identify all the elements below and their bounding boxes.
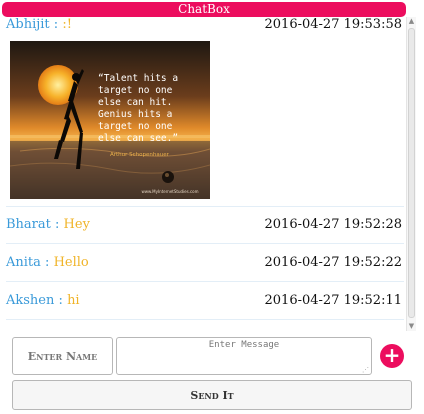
message-separator: :: [53, 17, 59, 32]
message-scrollbar[interactable]: ▲ ▼: [406, 17, 416, 331]
message-sender: Anita: [6, 255, 41, 270]
sunset-quote-picture: “Talent hits a target no one else can hi…: [10, 41, 210, 199]
quote-line: target no one: [98, 121, 173, 132]
message-separator: :: [58, 293, 63, 308]
quote-line: target no one: [98, 85, 173, 96]
scroll-down-arrow-icon[interactable]: ▼: [407, 322, 416, 331]
message-text: Hey: [63, 217, 90, 232]
message-timestamp: 2016-04-27 19:52:11: [264, 293, 402, 308]
chatbox-header: ChatBox: [2, 2, 406, 17]
name-input[interactable]: [12, 337, 113, 375]
message-input[interactable]: [116, 337, 372, 375]
message-timestamp: 2016-04-27 19:53:58: [264, 17, 402, 32]
message-sender: Abhijit: [6, 17, 50, 32]
message-timestamp: 2016-04-27 19:52:28: [264, 217, 402, 232]
scroll-up-arrow-icon[interactable]: ▲: [407, 17, 416, 26]
scrollbar-thumb[interactable]: [408, 28, 415, 318]
list-item: Akshen : hi 2016-04-27 19:52:11: [6, 293, 404, 320]
message-separator: :: [55, 217, 60, 232]
quote-line: “Talent hits a: [98, 73, 178, 84]
quote-line: else can see.”: [98, 133, 178, 144]
message-sender: Akshen: [6, 293, 55, 308]
add-button[interactable]: +: [380, 344, 404, 368]
list-item: Anita : Hello 2016-04-27 19:52:22: [6, 255, 404, 282]
send-button[interactable]: Send It: [12, 380, 412, 410]
list-item: Bharat : Hey 2016-04-27 19:52:28: [6, 217, 404, 244]
quote-line: Genius hits a: [98, 109, 172, 120]
image-watermark: www.MyInternetStudies.com: [141, 189, 198, 194]
message-list[interactable]: Abhijit : :! 2016-04-27 19:53:58 “Talent…: [0, 17, 416, 331]
message-sender: Bharat: [6, 217, 51, 232]
resize-grip-icon[interactable]: ⋰: [362, 366, 370, 374]
message-meta: Abhijit : :! 2016-04-27 19:53:58: [6, 17, 404, 37]
message-timestamp: 2016-04-27 19:52:22: [264, 255, 402, 270]
message-text: Hello: [53, 255, 89, 270]
message-image[interactable]: “Talent hits a target no one else can hi…: [10, 41, 210, 199]
message-meta: Akshen : hi 2016-04-27 19:52:11: [6, 293, 404, 313]
quote-author: Arthur Schopenhauer: [110, 152, 170, 158]
list-item: Abhijit : :! 2016-04-27 19:53:58 “Talent…: [6, 17, 404, 207]
message-text: hi: [67, 293, 80, 308]
message-separator: :: [45, 255, 50, 270]
message-meta: Bharat : Hey 2016-04-27 19:52:28: [6, 217, 404, 237]
quote-line: else can hit.: [98, 97, 172, 108]
message-meta: Anita : Hello 2016-04-27 19:52:22: [6, 255, 404, 275]
message-text: :!: [62, 17, 72, 32]
